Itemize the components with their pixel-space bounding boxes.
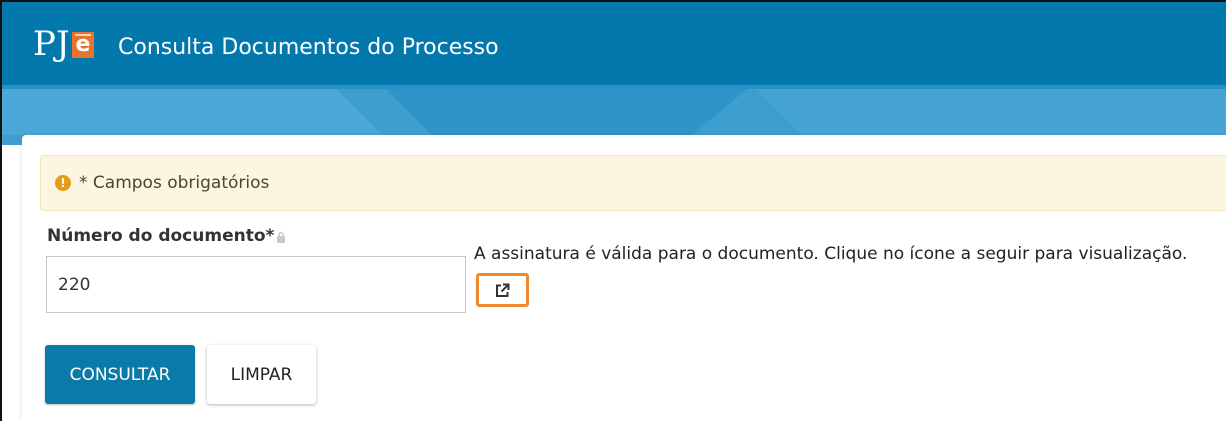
document-number-input[interactable] xyxy=(46,256,466,313)
frame-border-top xyxy=(0,0,1226,2)
logo-letter-j: J xyxy=(56,24,70,64)
app-header: P J e Consulta Documentos do Processo xyxy=(2,2,1226,85)
page-title: Consulta Documentos do Processo xyxy=(118,35,499,60)
open-document-button[interactable] xyxy=(476,273,529,307)
signature-valid-message: A assinatura é válida para o documento. … xyxy=(474,244,1188,264)
logo-letter-e: e xyxy=(72,32,94,58)
lock-icon xyxy=(277,231,285,243)
frame-border-left xyxy=(0,0,2,421)
alert-text: * Campos obrigatórios xyxy=(79,173,270,193)
logo-letter-p: P xyxy=(33,24,56,64)
external-link-icon xyxy=(496,283,510,297)
consultar-button[interactable]: CONSULTAR xyxy=(45,345,195,404)
document-number-label: Número do documento* xyxy=(47,226,275,246)
exclamation-circle-icon: ! xyxy=(55,175,71,191)
required-fields-alert: ! * Campos obrigatórios xyxy=(40,155,1226,211)
limpar-button[interactable]: LIMPAR xyxy=(207,345,316,404)
